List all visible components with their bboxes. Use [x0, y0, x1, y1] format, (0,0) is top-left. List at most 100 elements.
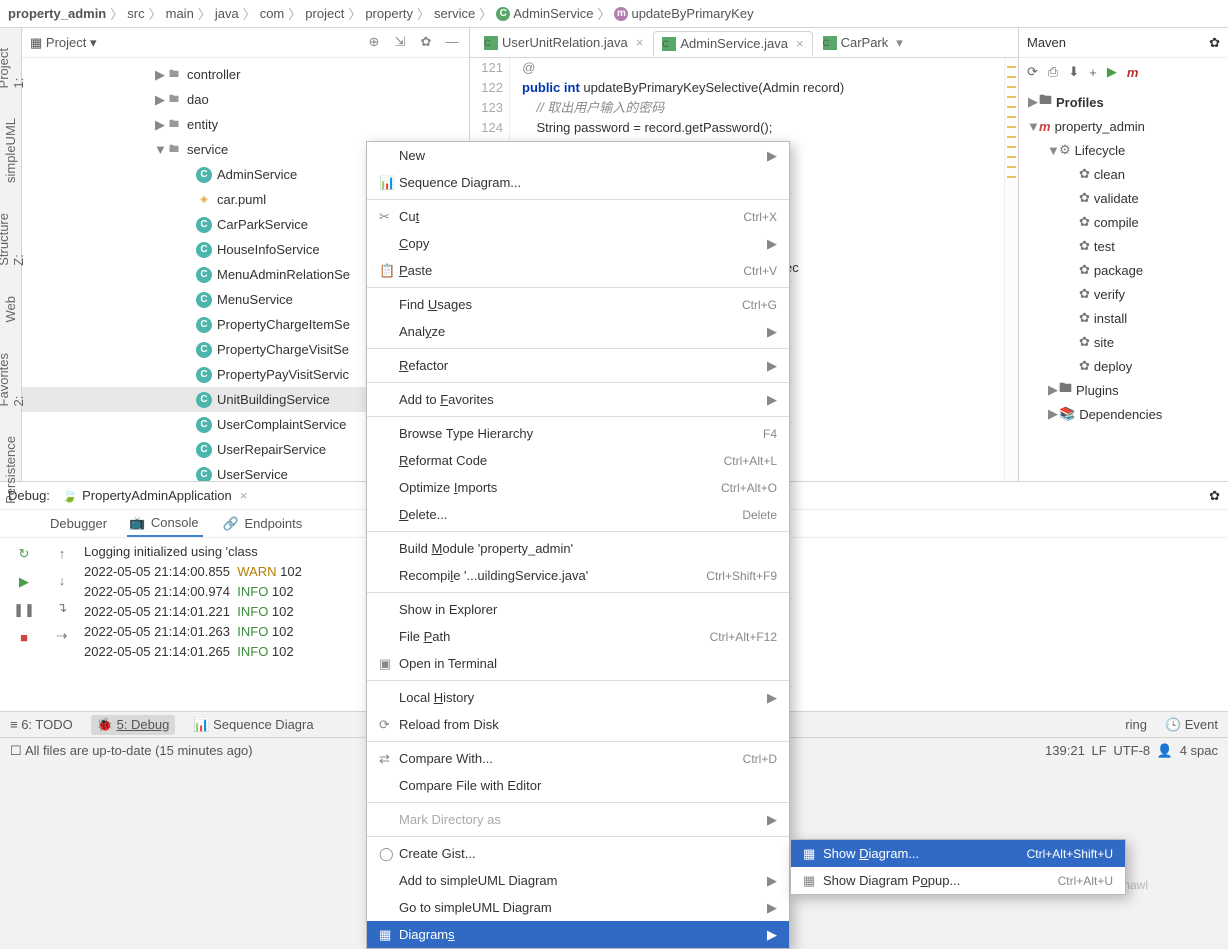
resume-icon[interactable]: ▶: [19, 574, 29, 590]
crumb[interactable]: AdminService: [513, 6, 593, 21]
menu-item[interactable]: 📊Sequence Diagram...: [367, 169, 789, 196]
crumb[interactable]: property: [365, 6, 413, 21]
crumb[interactable]: project: [305, 6, 344, 21]
maven-item[interactable]: ▶🖿Plugins: [1019, 378, 1228, 402]
chevron-icon[interactable]: ▼: [154, 142, 166, 157]
tab-console[interactable]: 📺 Console: [127, 511, 203, 537]
maven-item[interactable]: ✿package: [1019, 258, 1228, 282]
status-checkbox[interactable]: ☐: [10, 743, 22, 759]
rail-persistence[interactable]: Persistence: [3, 436, 18, 504]
spring-tool[interactable]: ring: [1125, 717, 1147, 732]
maven-item[interactable]: ✿site: [1019, 330, 1228, 354]
menu-item[interactable]: Delete...Delete: [367, 501, 789, 528]
maven-tree[interactable]: ▶🖿Profiles▼m property_admin▼⚙Lifecycle✿c…: [1019, 86, 1228, 481]
close-icon[interactable]: ×: [796, 36, 804, 51]
menu-item[interactable]: Add to simpleUML Diagram▶: [367, 867, 789, 894]
gear-icon[interactable]: ✿: [1209, 35, 1220, 51]
event-tool[interactable]: 🕓 Event: [1165, 717, 1218, 733]
mini-map[interactable]: [1004, 58, 1018, 481]
encoding[interactable]: UTF-8: [1113, 743, 1150, 758]
maven-item[interactable]: ✿test: [1019, 234, 1228, 258]
menu-item[interactable]: ▦Diagrams▶: [367, 921, 789, 948]
menu-item[interactable]: Refactor▶: [367, 352, 789, 379]
restart-icon[interactable]: ↻: [19, 546, 30, 562]
maven-item[interactable]: ✿compile: [1019, 210, 1228, 234]
menu-item[interactable]: Go to simpleUML Diagram▶: [367, 894, 789, 921]
line-sep[interactable]: LF: [1091, 743, 1106, 758]
seq-tool[interactable]: 📊 Sequence Diagra: [193, 717, 313, 733]
debug-tool[interactable]: 🐞 5: Debug: [91, 715, 176, 735]
rail-project[interactable]: 1: Project: [0, 48, 26, 88]
maven-item[interactable]: ✿validate: [1019, 186, 1228, 210]
crumb[interactable]: java: [215, 6, 239, 21]
crumb[interactable]: updateByPrimaryKey: [631, 6, 753, 21]
menu-item[interactable]: Add to Favorites▶: [367, 386, 789, 413]
submenu-item[interactable]: ▦Show Diagram Popup...Ctrl+Alt+U: [791, 867, 1125, 894]
maven-item[interactable]: ▶📚Dependencies: [1019, 402, 1228, 426]
maven-item[interactable]: ▶🖿Profiles: [1019, 90, 1228, 114]
menu-item[interactable]: Browse Type HierarchyF4: [367, 420, 789, 447]
rail-simpleuml[interactable]: simpleUML: [3, 118, 18, 183]
indent[interactable]: 4 spac: [1180, 743, 1218, 758]
run-icon[interactable]: ▶: [1107, 64, 1117, 80]
editor-tab[interactable]: CUserUnitRelation.java×: [476, 31, 651, 54]
gear-icon[interactable]: ✿: [417, 34, 435, 52]
chevron-icon[interactable]: ▶: [154, 92, 166, 108]
editor-tab[interactable]: CAdminService.java×: [653, 31, 812, 56]
chevron-icon[interactable]: ▶: [1047, 406, 1059, 422]
menu-item[interactable]: Local History▶: [367, 684, 789, 711]
refresh-icon[interactable]: ⟳: [1027, 64, 1038, 80]
menu-item[interactable]: Copy▶: [367, 230, 789, 257]
diagrams-submenu[interactable]: ▦Show Diagram...Ctrl+Alt+Shift+U▦Show Di…: [790, 839, 1126, 895]
generate-icon[interactable]: ⎙: [1048, 64, 1058, 80]
chevron-icon[interactable]: ▶: [1027, 94, 1039, 110]
chevron-icon[interactable]: ▼: [1027, 119, 1039, 134]
crumb[interactable]: com: [260, 6, 285, 21]
download-icon[interactable]: ⬇: [1068, 64, 1079, 80]
project-combo[interactable]: ▦ Project ▾: [30, 35, 97, 51]
tree-item[interactable]: ▶🖿entity: [22, 112, 469, 137]
maven-item[interactable]: ✿deploy: [1019, 354, 1228, 378]
menu-item[interactable]: Build Module 'property_admin': [367, 535, 789, 562]
context-menu[interactable]: New▶📊Sequence Diagram...✂CutCtrl+XCopy▶📋…: [366, 141, 790, 949]
chevron-icon[interactable]: ▶: [154, 117, 166, 133]
close-icon[interactable]: ×: [636, 35, 644, 50]
close-icon[interactable]: ×: [240, 488, 248, 503]
crumb[interactable]: service: [434, 6, 475, 21]
tab-debugger[interactable]: Debugger: [48, 512, 109, 535]
tree-item[interactable]: ▶🖿controller: [22, 62, 469, 87]
menu-item[interactable]: ⟳Reload from Disk: [367, 711, 789, 738]
menu-item[interactable]: ⇄Compare With...Ctrl+D: [367, 745, 789, 772]
menu-item[interactable]: Find UsagesCtrl+G: [367, 291, 789, 318]
menu-item[interactable]: Reformat CodeCtrl+Alt+L: [367, 447, 789, 474]
inspector-icon[interactable]: 👤: [1157, 743, 1173, 759]
tab-endpoints[interactable]: 🔗 Endpoints: [221, 512, 307, 536]
maven-item[interactable]: ▼m property_admin: [1019, 114, 1228, 138]
maven-item[interactable]: ✿clean: [1019, 162, 1228, 186]
todo-tool[interactable]: ≡ 6: TODO: [10, 717, 73, 732]
collapse-icon[interactable]: —: [443, 34, 461, 52]
m-icon[interactable]: m: [1127, 65, 1139, 80]
menu-item[interactable]: New▶: [367, 142, 789, 169]
crumb[interactable]: property_admin: [8, 6, 106, 21]
menu-item[interactable]: Compare File with Editor: [367, 772, 789, 799]
menu-item[interactable]: 📋PasteCtrl+V: [367, 257, 789, 284]
crumb[interactable]: src: [127, 6, 144, 21]
rail-web[interactable]: Web: [3, 296, 18, 323]
crumb[interactable]: main: [166, 6, 194, 21]
tree-item[interactable]: ▶🖿dao: [22, 87, 469, 112]
pause-icon[interactable]: ❚❚: [13, 602, 35, 618]
step-over-icon[interactable]: ⇢: [57, 628, 68, 644]
expand-icon[interactable]: ⇲: [391, 34, 409, 52]
menu-item[interactable]: ◯Create Gist...: [367, 840, 789, 867]
chevron-icon[interactable]: ▶: [1047, 382, 1059, 398]
submenu-item[interactable]: ▦Show Diagram...Ctrl+Alt+Shift+U: [791, 840, 1125, 867]
caret-pos[interactable]: 139:21: [1045, 743, 1085, 758]
step-out-icon[interactable]: ↴: [57, 600, 68, 616]
editor-tab[interactable]: CCarPark▾: [815, 31, 911, 55]
maven-item[interactable]: ✿verify: [1019, 282, 1228, 306]
menu-item[interactable]: Recompile '...uildingService.java'Ctrl+S…: [367, 562, 789, 589]
run-config[interactable]: PropertyAdminApplication: [82, 488, 232, 503]
chevron-icon[interactable]: ▼: [1047, 143, 1059, 158]
menu-item[interactable]: Show in Explorer: [367, 596, 789, 623]
